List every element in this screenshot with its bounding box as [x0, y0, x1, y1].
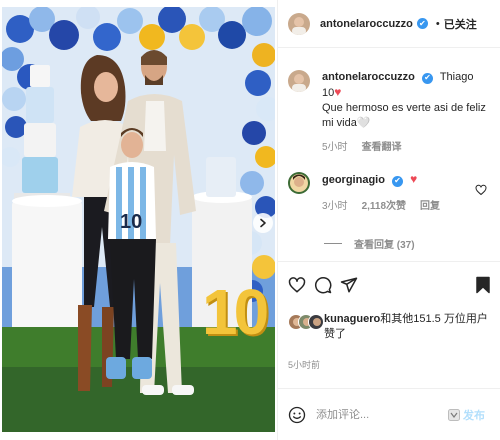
- caption: antonelaroccuzzo ✔ Thiago 10♥ Que hermos…: [288, 70, 493, 155]
- comment-like-heart-icon[interactable]: [475, 184, 487, 196]
- comment-likes-count[interactable]: 2,118次赞: [362, 199, 406, 214]
- heart-emoji-icon: ♥: [334, 85, 342, 99]
- verified-badge-icon: ✔: [421, 72, 433, 84]
- liked-by-username[interactable]: kunaguero: [324, 313, 380, 325]
- caption-line-2: Que hermoso es verte asi de feliz mi vid…: [322, 102, 486, 129]
- share-icon[interactable]: [340, 276, 358, 294]
- separator-dot: •: [435, 17, 440, 30]
- post-button[interactable]: 发布: [448, 407, 485, 423]
- divider: [324, 243, 342, 244]
- verified-badge-icon: ✔: [416, 18, 428, 29]
- heart-emoji-icon: ♥: [410, 172, 418, 186]
- carousel-next-button[interactable]: [253, 213, 273, 233]
- liked-by: kunaguero和其他151.5 万位用户赞了: [288, 312, 498, 342]
- header-username[interactable]: antonelaroccuzzo: [320, 18, 413, 30]
- comments-section: antonelaroccuzzo ✔ Thiago 10♥ Que hermos…: [278, 48, 500, 262]
- verified-badge-icon: ✔: [392, 175, 404, 187]
- comment-time: 3小时: [322, 201, 348, 212]
- comment-icon[interactable]: [314, 276, 332, 294]
- comment-username[interactable]: georginagio: [322, 174, 385, 186]
- avatar[interactable]: [288, 70, 310, 92]
- reply-button[interactable]: 回复: [420, 199, 440, 214]
- post-timestamp[interactable]: 5小时前: [288, 358, 320, 371]
- view-replies-button[interactable]: 查看回复 (37): [324, 236, 415, 251]
- jersey-number: 10: [120, 211, 143, 233]
- post-side-panel: antonelaroccuzzo ✔ • 已关注 antonelaroccuzz…: [277, 0, 500, 440]
- avatar[interactable]: [308, 314, 324, 330]
- heart-icon[interactable]: [288, 276, 306, 294]
- post-header: antonelaroccuzzo ✔ • 已关注: [278, 0, 500, 48]
- bookmark-icon[interactable]: [474, 276, 492, 294]
- big-number-decoration: 10: [202, 276, 269, 348]
- action-bar: [278, 270, 500, 304]
- emoji-icon[interactable]: [288, 406, 306, 424]
- comment-input[interactable]: [316, 408, 442, 421]
- avatar[interactable]: [288, 172, 310, 194]
- caption-time: 5小时: [322, 142, 348, 153]
- ime-indicator-icon: [448, 408, 460, 421]
- caption-username[interactable]: antonelaroccuzzo: [322, 71, 415, 83]
- chevron-right-icon: [260, 218, 266, 228]
- see-translation-button[interactable]: 查看翻译: [362, 140, 402, 155]
- liked-avatars: [288, 312, 324, 334]
- view-replies-label: 查看回复 (37): [354, 240, 415, 251]
- following-button[interactable]: 已关注: [444, 16, 477, 32]
- instagram-post-modal: 10 10 antonelaroccuzzo ✔ • 已关注 antonelar…: [0, 0, 500, 440]
- post-button-label: 发布: [463, 409, 485, 422]
- post-photo[interactable]: 10 10: [2, 7, 275, 432]
- comment-composer: 发布: [278, 388, 500, 440]
- avatar[interactable]: [288, 12, 310, 35]
- comment: georginagio ✔ ♥ 3小时 2,118次赞 回复: [288, 172, 493, 214]
